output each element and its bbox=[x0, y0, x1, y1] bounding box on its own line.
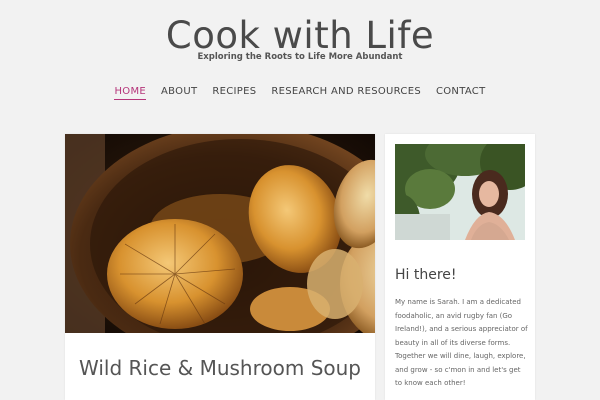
post-title[interactable]: Wild Rice & Mushroom Soup bbox=[65, 356, 375, 380]
widget-bio-text: My name is Sarah. I am a dedicated fooda… bbox=[395, 298, 528, 387]
post-card: Wild Rice & Mushroom Soup bbox=[65, 134, 375, 400]
site-header: Cook with Life Exploring the Roots to Li… bbox=[0, 0, 600, 120]
main-nav: HOME ABOUT RECIPES RESEARCH AND RESOURCE… bbox=[0, 86, 600, 100]
site-tagline: Exploring the Roots to Life More Abundan… bbox=[197, 52, 403, 62]
nav-item-contact[interactable]: CONTACT bbox=[436, 86, 486, 100]
widget-title: Hi there! bbox=[395, 267, 457, 283]
nav-item-research-and-resources[interactable]: RESEARCH AND RESOURCES bbox=[271, 86, 421, 100]
site-title[interactable]: Cook with Life bbox=[0, 14, 600, 57]
post-featured-image[interactable] bbox=[65, 134, 375, 333]
nav-item-about[interactable]: ABOUT bbox=[161, 86, 197, 100]
nav-item-home[interactable]: HOME bbox=[114, 86, 147, 100]
nav-item-recipes[interactable]: RECIPES bbox=[212, 86, 256, 100]
profile-photo bbox=[395, 144, 525, 240]
sidebar-about-widget: Hi there! My name is Sarah. I am a dedic… bbox=[385, 134, 535, 400]
